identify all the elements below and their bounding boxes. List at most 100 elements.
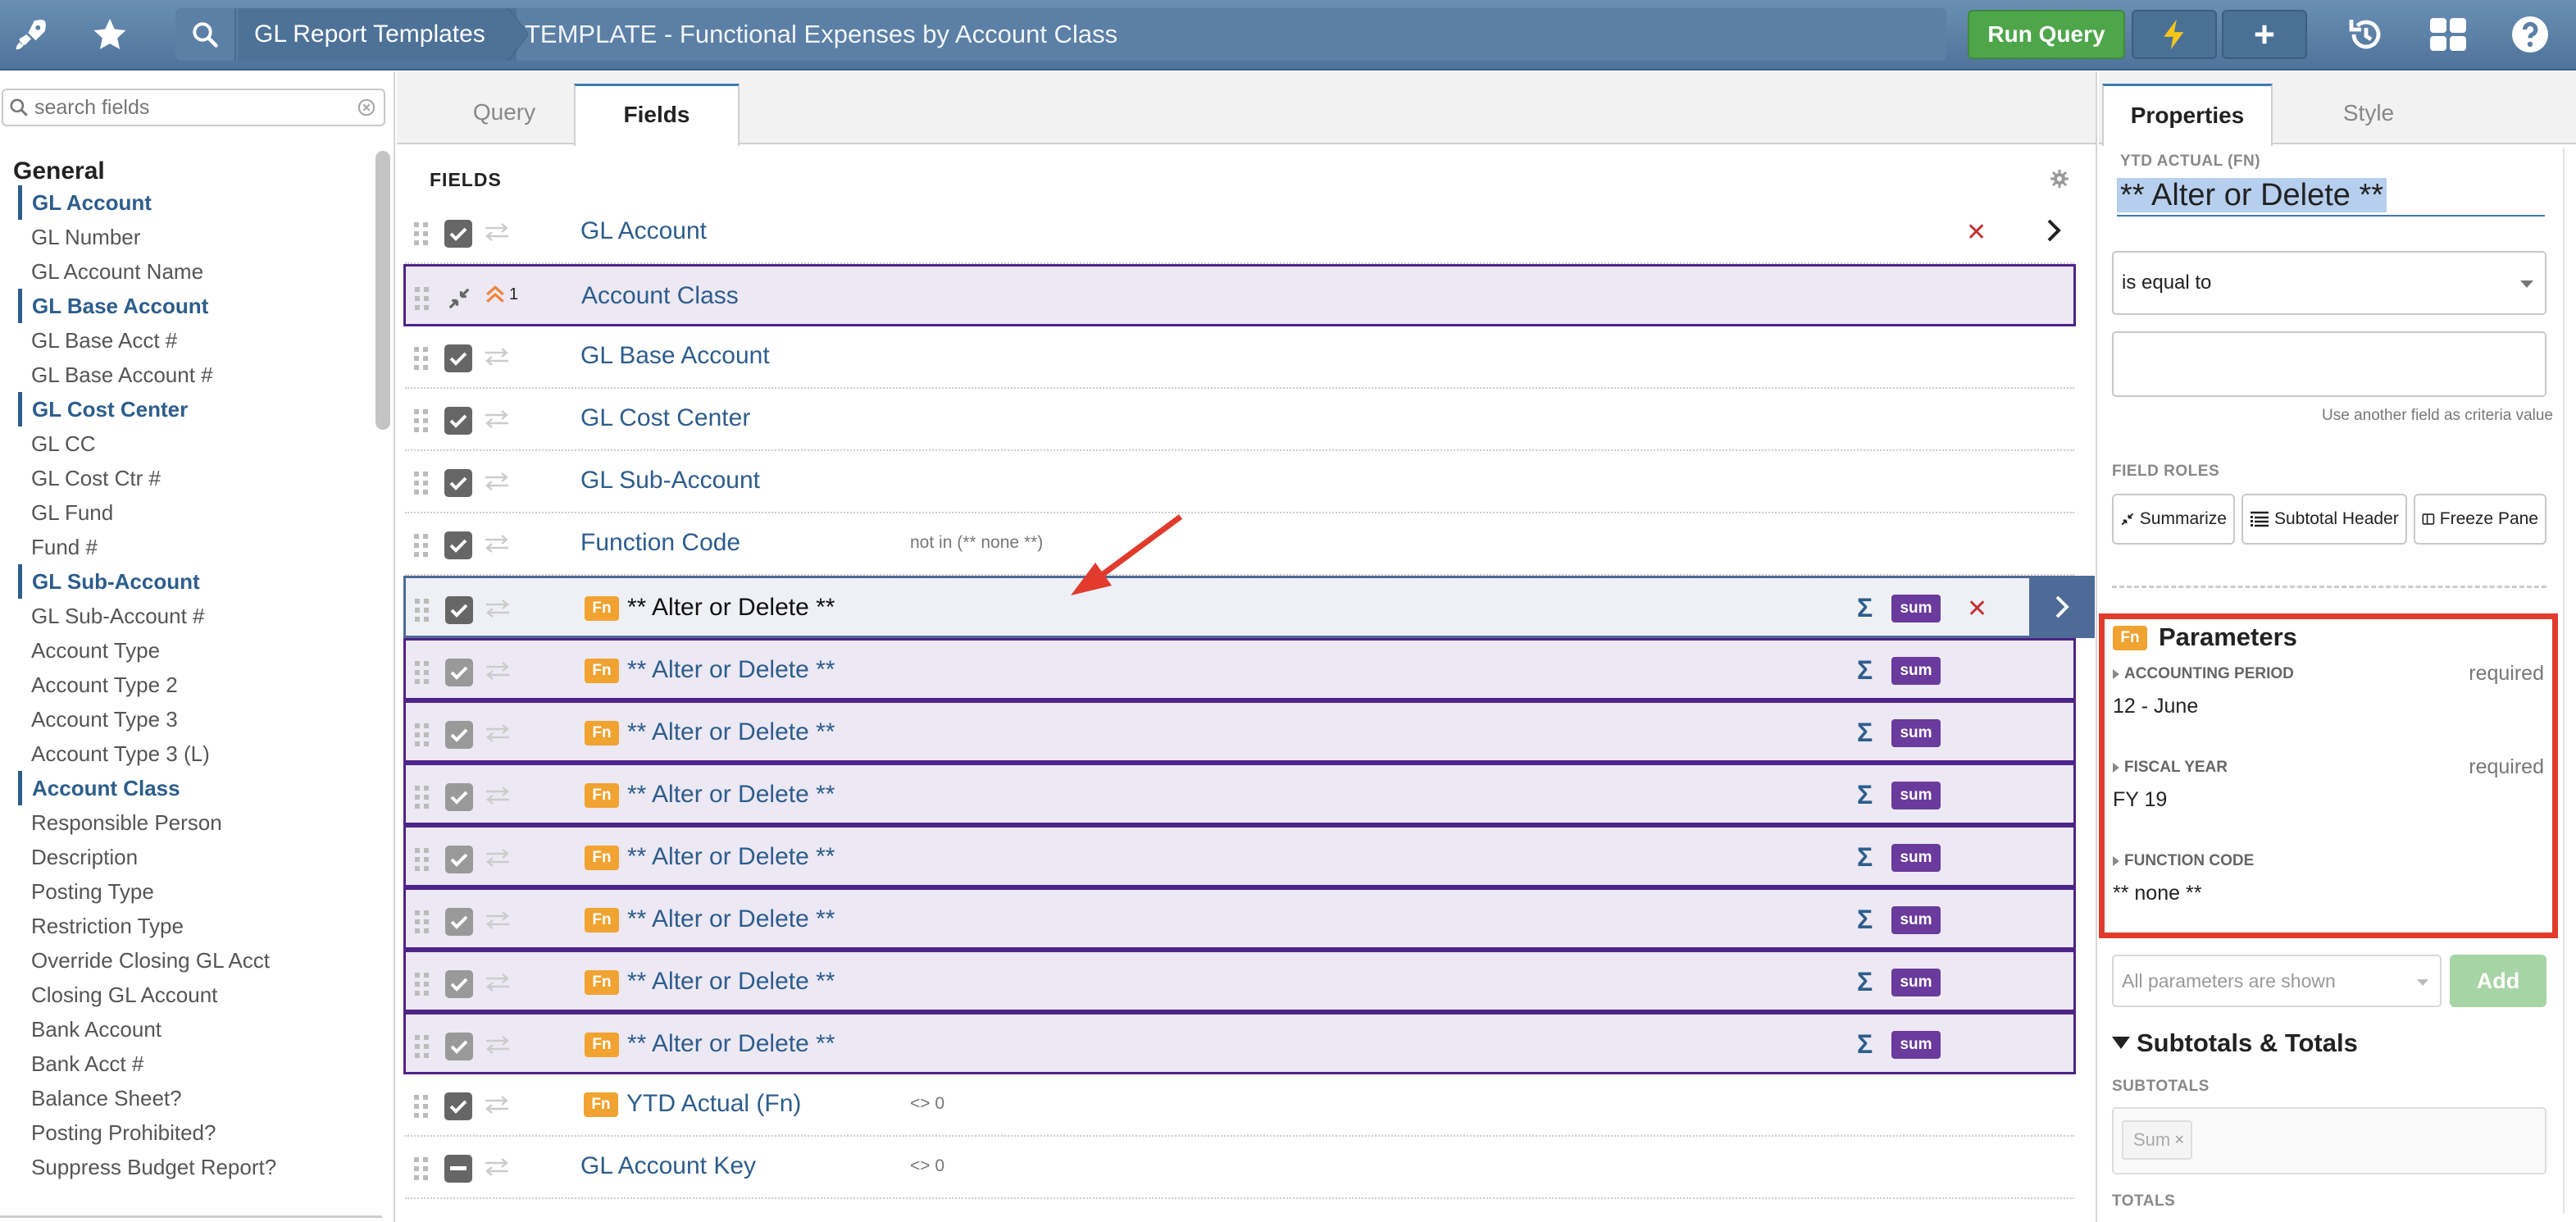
field-list-item[interactable]: GL Fund xyxy=(18,495,362,530)
remove-icon[interactable]: ✕ xyxy=(1967,593,1987,626)
drag-handle-icon[interactable] xyxy=(413,408,430,433)
parameter-value[interactable]: FY 19 xyxy=(2113,788,2167,812)
sigma-icon[interactable]: Σ xyxy=(1857,716,1873,749)
field-row[interactable]: GL Account Key <> 0 xyxy=(405,1137,2074,1199)
field-list-item[interactable]: Override Closing GL Acct xyxy=(18,943,362,978)
swap-icon[interactable] xyxy=(485,911,511,929)
lightning-button[interactable] xyxy=(2132,10,2217,59)
include-checkbox[interactable] xyxy=(445,596,473,624)
subtotals-totals-toggle[interactable]: Subtotals & Totals xyxy=(2112,1028,2358,1058)
sigma-icon[interactable]: Σ xyxy=(1857,654,1873,686)
field-list-item[interactable]: Account Type xyxy=(18,633,362,668)
parameter-value[interactable]: 12 - June xyxy=(2113,695,2198,718)
sum-badge[interactable]: sum xyxy=(1891,844,1941,872)
tab-query[interactable]: Query xyxy=(418,84,590,144)
remove-tag-icon[interactable]: × xyxy=(2174,1122,2184,1158)
field-label[interactable]: GL Account Key xyxy=(580,1137,756,1196)
field-row[interactable]: Fn ** Alter or Delete ** Σsum xyxy=(403,950,2076,1012)
include-checkbox[interactable] xyxy=(444,469,472,497)
drag-handle-icon[interactable] xyxy=(414,723,430,747)
criteria-value-input[interactable] xyxy=(2112,331,2546,397)
drag-handle-icon[interactable] xyxy=(414,1034,430,1059)
sigma-icon[interactable]: Σ xyxy=(1857,841,1873,873)
field-list-item[interactable]: Bank Account xyxy=(18,1012,362,1046)
drag-handle-icon[interactable] xyxy=(414,910,430,934)
field-list-item[interactable]: Closing GL Account xyxy=(18,978,362,1012)
parameter-value[interactable]: ** none ** xyxy=(2113,882,2201,905)
field-label[interactable]: ** Alter or Delete ** xyxy=(627,1015,835,1074)
field-list-item[interactable]: GL Base Acct # xyxy=(18,323,362,358)
breadcrumb-gl-report-templates[interactable]: GL Report Templates xyxy=(238,8,517,61)
compress-icon[interactable] xyxy=(445,285,473,312)
field-list-item[interactable]: GL Base Account # xyxy=(18,358,362,392)
field-list-item[interactable]: Balance Sheet? xyxy=(18,1081,362,1115)
field-row[interactable]: Fn ** Alter or Delete ** Σsum xyxy=(403,825,2076,887)
drag-handle-icon[interactable] xyxy=(414,785,430,809)
field-row[interactable]: Fn ** Alter or Delete ** Σsum xyxy=(403,638,2076,700)
tab-fields[interactable]: Fields xyxy=(574,84,740,146)
sum-badge[interactable]: sum xyxy=(1891,906,1941,934)
field-list-item[interactable]: GL CC xyxy=(18,426,362,461)
summarize-button[interactable]: Summarize xyxy=(2112,494,2235,545)
field-list-item[interactable]: GL Number xyxy=(18,220,362,254)
field-list-item[interactable]: Account Class xyxy=(18,771,362,805)
criteria-text[interactable]: not in (** none **) xyxy=(910,513,1043,572)
help-icon[interactable] xyxy=(2502,7,2558,62)
run-query-button[interactable]: Run Query xyxy=(1968,10,2125,59)
swap-icon[interactable] xyxy=(484,348,510,366)
field-row[interactable]: GL Cost Center xyxy=(405,389,2074,451)
add-parameter-button[interactable]: Add xyxy=(2450,955,2546,1007)
include-checkbox[interactable] xyxy=(445,1033,473,1060)
field-row[interactable]: Fn ** Alter or Delete ** Σsum xyxy=(403,763,2076,825)
field-list-item[interactable]: GL Cost Ctr # xyxy=(18,461,362,495)
swap-icon[interactable] xyxy=(485,849,511,867)
search-fields-box[interactable] xyxy=(2,89,385,126)
sigma-icon[interactable]: Σ xyxy=(1857,591,1873,624)
field-row[interactable]: Fn ** Alter or Delete ** Σsum xyxy=(403,887,2076,950)
drag-handle-icon[interactable] xyxy=(414,598,430,622)
rocket-icon[interactable] xyxy=(3,7,59,62)
swap-icon[interactable] xyxy=(485,1036,511,1054)
parameter-label[interactable]: ACCOUNTING PERIOD xyxy=(2113,665,2294,683)
field-label[interactable]: YTD Actual (Fn) xyxy=(626,1074,801,1133)
field-list-item[interactable]: GL Cost Center xyxy=(18,392,362,426)
breadcrumb-template-name[interactable]: TEMPLATE - Functional Expenses by Accoun… xyxy=(525,8,1117,61)
drag-handle-icon[interactable] xyxy=(413,1094,430,1119)
drag-handle-icon[interactable] xyxy=(413,533,430,558)
field-row[interactable]: GL Sub-Account xyxy=(405,451,2074,513)
include-checkbox[interactable] xyxy=(444,1155,472,1183)
field-list-item[interactable]: Responsible Person xyxy=(18,805,362,840)
search-icon[interactable] xyxy=(175,8,236,61)
sum-badge[interactable]: sum xyxy=(1891,595,1941,622)
drag-handle-icon[interactable] xyxy=(413,346,430,371)
include-checkbox[interactable] xyxy=(444,531,472,559)
field-label[interactable]: ** Alter or Delete ** xyxy=(627,765,835,824)
sum-badge[interactable]: sum xyxy=(1891,1031,1941,1059)
scrollbar[interactable] xyxy=(2104,72,2110,73)
criteria-text[interactable]: <> 0 xyxy=(910,1137,944,1196)
swap-icon[interactable] xyxy=(484,472,510,490)
field-label[interactable]: GL Sub-Account xyxy=(580,451,760,510)
drag-handle-icon[interactable] xyxy=(413,1156,430,1181)
swap-icon[interactable] xyxy=(484,535,510,553)
field-label[interactable]: GL Account xyxy=(580,202,707,261)
search-fields-input[interactable] xyxy=(34,95,346,120)
include-checkbox[interactable] xyxy=(444,220,472,248)
field-label[interactable]: GL Cost Center xyxy=(580,389,750,448)
swap-icon[interactable] xyxy=(485,787,511,805)
tab-style[interactable]: Style xyxy=(2273,84,2464,146)
field-list-item[interactable]: Account Type 3 xyxy=(18,702,362,736)
subtotals-input[interactable]: Sum × xyxy=(2112,1107,2546,1174)
field-row[interactable]: GL Base Account xyxy=(405,326,2074,389)
scrollbar[interactable] xyxy=(375,151,390,430)
field-label[interactable]: Function Code xyxy=(580,513,740,572)
sum-badge[interactable]: sum xyxy=(1891,969,1941,996)
include-checkbox[interactable] xyxy=(445,783,473,811)
parameter-label[interactable]: FISCAL YEAR xyxy=(2113,759,2228,777)
drag-handle-icon[interactable] xyxy=(413,471,430,495)
sum-badge[interactable]: sum xyxy=(1891,782,1941,809)
sum-badge[interactable]: sum xyxy=(1891,719,1941,747)
field-label[interactable]: ** Alter or Delete ** xyxy=(627,828,835,887)
remove-icon[interactable]: ✕ xyxy=(1966,217,1987,249)
sigma-icon[interactable]: Σ xyxy=(1857,1028,1873,1060)
